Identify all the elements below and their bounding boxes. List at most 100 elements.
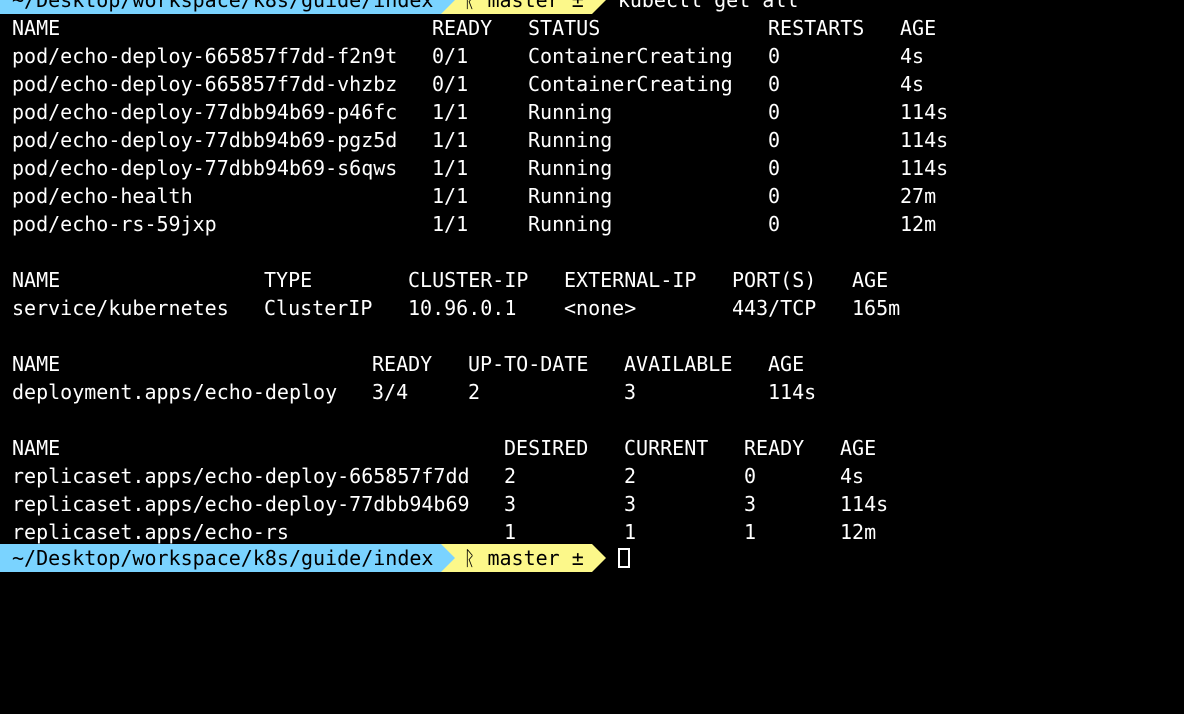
pod-age: 114s [900,128,949,152]
pod-restarts: 0 [768,72,781,96]
pod-name: pod/echo-deploy-665857f7dd-f2n9t [12,44,398,68]
header-ready: READY [372,352,433,376]
prompt-command: kubectl get all [617,0,799,12]
replicaset-current: 1 [624,520,637,544]
header-name: NAME [12,16,61,40]
pod-age: 27m [900,184,937,208]
prompt-git-branch: ᚱ master ± [455,544,592,572]
table-row: replicaset.apps/echo-rs 1 1 1 12m [12,518,876,546]
pod-ready: 1/1 [432,100,469,124]
pod-name: pod/echo-deploy-77dbb94b69-p46fc [12,100,398,124]
pod-status: Running [528,156,613,180]
deployment-ready: 3/4 [372,380,409,404]
pod-name: pod/echo-deploy-77dbb94b69-s6qws [12,156,398,180]
table-header: NAME READY STATUS RESTARTS AGE [12,14,936,42]
pod-ready: 0/1 [432,72,469,96]
pod-ready: 1/1 [432,128,469,152]
replicaset-name: replicaset.apps/echo-deploy-665857f7dd [12,464,470,488]
header-available: AVAILABLE [624,352,733,376]
table-row: pod/echo-deploy-77dbb94b69-p46fc 1/1 Run… [12,98,948,126]
service-ports: 443/TCP [732,296,817,320]
pod-restarts: 0 [768,44,781,68]
prompt-separator-icon [591,0,606,14]
replicaset-ready: 3 [744,492,757,516]
pod-age: 114s [900,156,949,180]
header-current: CURRENT [624,436,709,460]
replicaset-name: replicaset.apps/echo-deploy-77dbb94b69 [12,492,470,516]
service-cluster-ip: 10.96.0.1 [408,296,517,320]
replicaset-age: 4s [840,464,865,488]
deployment-name: deployment.apps/echo-deploy [12,380,338,404]
replicaset-ready: 1 [744,520,757,544]
pod-restarts: 0 [768,212,781,236]
prompt-separator-icon [441,0,456,14]
pod-restarts: 0 [768,156,781,180]
pod-status: Running [528,100,613,124]
pod-age: 12m [900,212,937,236]
table-row: pod/echo-health 1/1 Running 0 27m [12,182,936,210]
table-row: pod/echo-deploy-77dbb94b69-pgz5d 1/1 Run… [12,126,948,154]
service-type: ClusterIP [264,296,373,320]
pod-ready: 1/1 [432,156,469,180]
prompt-separator-icon [441,544,456,572]
replicaset-ready: 0 [744,464,757,488]
table-row: deployment.apps/echo-deploy 3/4 2 3 114s [12,378,816,406]
service-external-ip: <none> [564,296,637,320]
pod-status: ContainerCreating [528,72,733,96]
prompt-path: ~/Desktop/workspace/k8s/guide/index [0,544,442,572]
header-desired: DESIRED [504,436,589,460]
bottom-prompt: ~/Desktop/workspace/k8s/guide/index ᚱ ma… [0,544,630,572]
pod-restarts: 0 [768,128,781,152]
deployment-available: 3 [624,380,637,404]
pod-ready: 1/1 [432,212,469,236]
table-header: NAME READY UP-TO-DATE AVAILABLE AGE [12,350,804,378]
header-status: STATUS [528,16,601,40]
pod-name: pod/echo-health [12,184,193,208]
header-name: NAME [12,268,61,292]
replicaset-desired: 3 [504,492,517,516]
terminal-cursor[interactable] [617,548,630,568]
replicaset-current: 2 [624,464,637,488]
deployment-up-to-date: 2 [468,380,481,404]
pod-age: 114s [900,100,949,124]
header-ready: READY [432,16,493,40]
pod-name: pod/echo-rs-59jxp [12,212,217,236]
header-cluster-ip: CLUSTER-IP [408,268,529,292]
replicaset-age: 12m [840,520,877,544]
replicaset-desired: 2 [504,464,517,488]
table-row: replicaset.apps/echo-deploy-665857f7dd 2… [12,462,864,490]
replicaset-age: 114s [840,492,889,516]
header-restarts: RESTARTS [768,16,865,40]
header-up-to-date: UP-TO-DATE [468,352,589,376]
pod-restarts: 0 [768,100,781,124]
table-row: pod/echo-deploy-77dbb94b69-s6qws 1/1 Run… [12,154,948,182]
replicaset-current: 3 [624,492,637,516]
pod-age: 4s [900,72,925,96]
pod-status: Running [528,212,613,236]
header-ready: READY [744,436,805,460]
replicaset-name: replicaset.apps/echo-rs [12,520,289,544]
pod-name: pod/echo-deploy-665857f7dd-vhzbz [12,72,398,96]
deployment-age: 114s [768,380,817,404]
header-name: NAME [12,352,61,376]
pod-status: ContainerCreating [528,44,733,68]
header-age: AGE [852,268,889,292]
header-age: AGE [840,436,877,460]
pod-ready: 1/1 [432,184,469,208]
service-name: service/kubernetes [12,296,229,320]
pod-status: Running [528,184,613,208]
header-age: AGE [900,16,937,40]
table-row: replicaset.apps/echo-deploy-77dbb94b69 3… [12,490,888,518]
table-header: NAME DESIRED CURRENT READY AGE [12,434,876,462]
pod-name: pod/echo-deploy-77dbb94b69-pgz5d [12,128,398,152]
pod-status: Running [528,128,613,152]
pod-ready: 0/1 [432,44,469,68]
header-external-ip: EXTERNAL-IP [564,268,697,292]
table-row: pod/echo-deploy-665857f7dd-vhzbz 0/1 Con… [12,70,924,98]
header-type: TYPE [264,268,313,292]
table-header: NAME TYPE CLUSTER-IP EXTERNAL-IP PORT(S)… [12,266,888,294]
pod-age: 4s [900,44,925,68]
header-name: NAME [12,436,61,460]
table-row: pod/echo-rs-59jxp 1/1 Running 0 12m [12,210,936,238]
table-row: pod/echo-deploy-665857f7dd-f2n9t 0/1 Con… [12,42,924,70]
